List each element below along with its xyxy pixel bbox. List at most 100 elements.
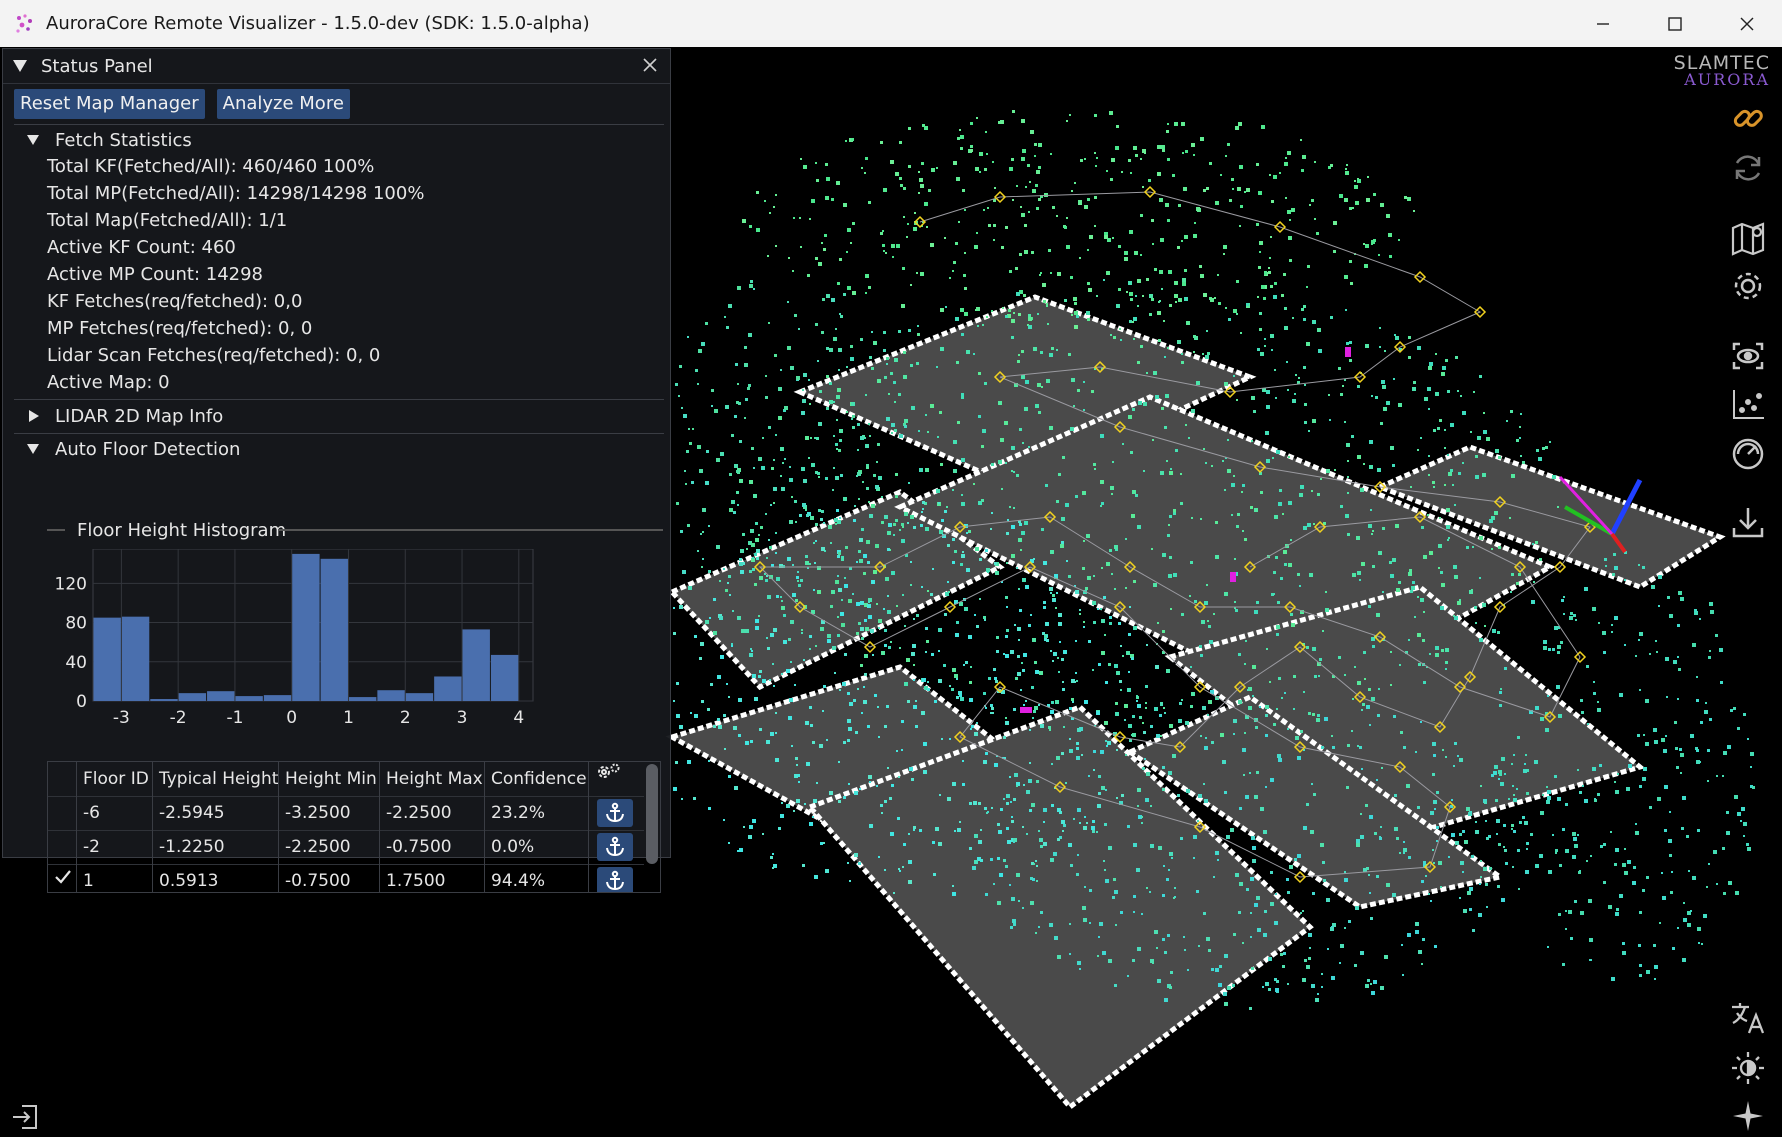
close-window-button[interactable] (1712, 0, 1782, 47)
table-cell: 23.2% (484, 796, 588, 830)
maximize-icon (1668, 16, 1682, 31)
collapsed-arrow-icon (29, 410, 39, 422)
map-button[interactable] (1728, 218, 1768, 258)
y-tick-label: 40 (65, 653, 87, 673)
table-cell: 0.5913 (152, 864, 278, 892)
row-action-cell (588, 796, 644, 830)
table-cell: -2.2500 (379, 796, 484, 830)
gauge-button[interactable] (1728, 434, 1768, 474)
checkmark-icon (55, 870, 71, 884)
refresh-button[interactable] (1728, 148, 1768, 188)
table-row[interactable]: -2 -1.2250 -2.2500 -0.7500 0.0% (48, 830, 644, 865)
table-settings[interactable] (588, 762, 644, 796)
x-tick-label: -1 (226, 708, 243, 728)
link-button[interactable] (1728, 98, 1768, 138)
download-icon (1732, 508, 1764, 538)
set-floor-anchor-button[interactable] (597, 833, 633, 861)
stat-line: Active MP Count: 14298 (47, 264, 264, 285)
window-title: AuroraCore Remote Visualizer - 1.5.0-dev… (46, 13, 590, 34)
table-row[interactable]: -6 -2.5945 -3.2500 -2.2500 23.2% (48, 796, 644, 831)
panel-close-button[interactable] (638, 53, 662, 77)
floor-height-histogram[interactable]: -3 -2 -1 0 1 2 3 404080120 (43, 549, 563, 749)
floor-table: Floor ID Typical Height Height Min Heigh… (47, 761, 661, 893)
row-select-cell[interactable] (48, 796, 76, 830)
camera-view-icon (1732, 342, 1764, 370)
table-cell: 94.4% (484, 864, 588, 892)
sparkle-icon (1733, 1101, 1763, 1131)
translate-icon (1732, 1003, 1765, 1034)
exit-icon (13, 1105, 37, 1129)
sparkle-button[interactable] (1728, 1096, 1768, 1136)
stat-line: MP Fetches(req/fetched): 0, 0 (47, 318, 313, 339)
column-header[interactable]: Height Min (278, 762, 379, 796)
status-panel-title: Status Panel (41, 55, 153, 77)
status-panel-header[interactable]: Status Panel (3, 49, 670, 84)
x-tick-label: 2 (400, 708, 411, 728)
reset-map-manager-button[interactable]: Reset Map Manager (14, 89, 205, 119)
histogram-bar (405, 693, 434, 701)
camera-view-button[interactable] (1728, 336, 1768, 376)
settings-button[interactable] (1728, 266, 1768, 306)
x-tick-label: 1 (343, 708, 354, 728)
histogram-bar (490, 654, 519, 701)
table-row[interactable]: 1 0.5913 -0.7500 1.7500 94.4% (48, 864, 644, 892)
histogram-bar (320, 558, 348, 701)
histogram-bar (292, 553, 320, 701)
fetch-statistics-label: Fetch Statistics (55, 129, 192, 151)
status-panel: Status Panel Reset Map Manager Analyze M… (2, 48, 671, 893)
stat-line: Active KF Count: 460 (47, 237, 236, 258)
x-tick-label: -3 (113, 708, 130, 728)
table-cell: -6 (76, 796, 152, 830)
table-cell: 1.7500 (379, 864, 484, 892)
column-header[interactable]: Floor ID (76, 762, 152, 796)
scatter-chart-icon (1733, 390, 1764, 419)
table-cell: -2 (76, 830, 152, 864)
floor-planes (665, 294, 1726, 1111)
y-tick-label: 0 (76, 692, 87, 712)
minimize-button[interactable] (1568, 0, 1638, 47)
lidar-section-label: LIDAR 2D Map Info (55, 405, 224, 427)
row-select-cell[interactable] (48, 864, 76, 892)
table-cell: -3.2500 (278, 796, 379, 830)
stat-line: Total Map(Fetched/All): 1/1 (47, 210, 288, 231)
row-select-cell[interactable] (48, 830, 76, 864)
column-header[interactable]: Confidence (484, 762, 588, 796)
column-header[interactable]: Typical Height (152, 762, 278, 796)
auto-floor-detection-header[interactable]: Auto Floor Detection (27, 436, 240, 462)
column-header[interactable]: Height Max (379, 762, 484, 796)
divider (14, 433, 664, 434)
y-tick-label: 120 (55, 574, 87, 594)
set-floor-anchor-button[interactable] (597, 799, 633, 827)
scatter-chart-button[interactable] (1728, 384, 1768, 424)
stat-line: Lidar Scan Fetches(req/fetched): 0, 0 (47, 345, 381, 366)
x-tick-label: 4 (513, 708, 524, 728)
collapse-arrow-icon[interactable] (13, 60, 27, 72)
set-floor-anchor-button[interactable] (597, 867, 633, 892)
table-cell: -2.2500 (278, 830, 379, 864)
refresh-icon (1735, 155, 1761, 181)
histogram-bar (121, 616, 150, 701)
table-scrollbar[interactable] (646, 764, 658, 864)
separator-line (47, 529, 65, 531)
histogram-bar (178, 693, 207, 701)
maximize-button[interactable] (1640, 0, 1710, 47)
download-button[interactable] (1728, 502, 1768, 542)
fetch-statistics-header[interactable]: Fetch Statistics (27, 127, 192, 153)
lidar-2d-map-info-header[interactable]: LIDAR 2D Map Info (27, 403, 223, 429)
divider (14, 124, 664, 125)
analyze-more-button[interactable]: Analyze More (216, 89, 350, 119)
translate-button[interactable] (1728, 998, 1768, 1038)
row-action-cell (588, 830, 644, 864)
app-icon (16, 13, 32, 33)
histogram-bar (235, 696, 263, 701)
stat-line: Total MP(Fetched/All): 14298/14298 100% (47, 183, 425, 204)
brightness-button[interactable] (1728, 1048, 1768, 1088)
histogram-bar (263, 695, 292, 701)
histogram-bar (207, 691, 235, 701)
link-icon (1733, 109, 1763, 127)
histogram-bar (434, 676, 462, 701)
exit-button[interactable] (10, 1102, 40, 1132)
close-icon (1740, 17, 1754, 30)
gears-icon (598, 763, 620, 778)
expand-arrow-icon (27, 135, 39, 145)
